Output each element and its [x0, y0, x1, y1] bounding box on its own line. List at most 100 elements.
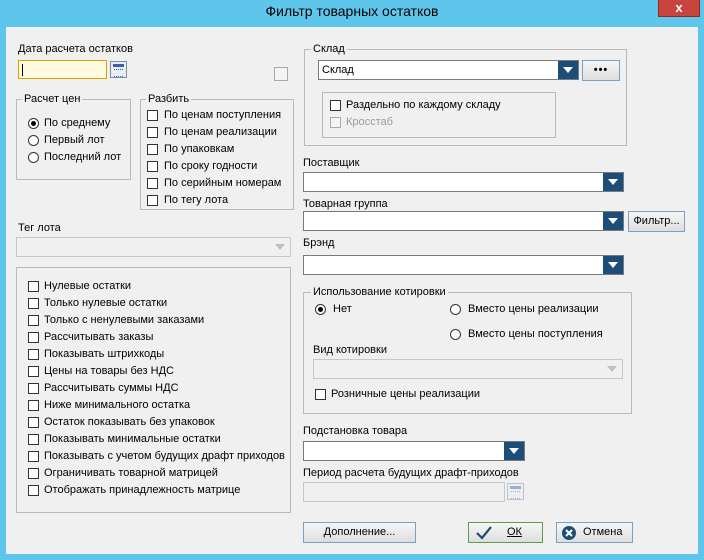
price-calc-title: Расчет цен: [22, 93, 83, 105]
chevron-down-icon[interactable]: [558, 61, 578, 79]
price-last-label: Последний лот: [44, 151, 122, 163]
warehouse-more-button[interactable]: •••: [582, 60, 620, 81]
addition-button[interactable]: Дополнение...: [303, 522, 416, 543]
split-serial-label: По серийным номерам: [164, 177, 282, 189]
dialog-body: Дата расчета остатков Расчет цен По сред…: [6, 27, 698, 554]
flag-checkbox[interactable]: [28, 315, 39, 326]
lot-tag-combo[interactable]: [16, 237, 291, 257]
chevron-down-icon[interactable]: [504, 442, 524, 460]
crosstab-checkbox[interactable]: [330, 117, 341, 128]
flag-label: Ниже минимального остатка: [44, 399, 191, 411]
price-calc-group: Расчет цен По среднему Первый лот Послед…: [16, 93, 131, 180]
quote-sale-radio[interactable]: [450, 304, 461, 315]
flag-checkbox[interactable]: [28, 468, 39, 479]
close-button[interactable]: x: [658, 0, 700, 17]
chevron-down-icon[interactable]: [603, 212, 623, 230]
cancel-icon: [561, 525, 577, 541]
price-last-radio[interactable]: [28, 152, 39, 163]
quote-title: Использование котировки: [311, 286, 448, 298]
lot-tag-label: Тег лота: [18, 222, 61, 234]
title-bar: Фильтр товарных остатков x: [0, 0, 704, 22]
flag-checkbox[interactable]: [28, 298, 39, 309]
quote-none-radio[interactable]: [315, 304, 326, 315]
flag-checkbox[interactable]: [28, 281, 39, 292]
price-avg-radio[interactable]: [28, 118, 39, 129]
split-lottag-checkbox[interactable]: [147, 195, 158, 206]
price-first-radio[interactable]: [28, 135, 39, 146]
quote-receipt-label: Вместо цены поступления: [468, 328, 603, 340]
draft-period-label: Период расчета будущих драфт-приходов: [303, 467, 519, 479]
warehouse-title: Склад: [311, 43, 347, 55]
check-icon: [475, 523, 493, 542]
warehouse-group: Склад Склад ••• Раздельно по каждому скл…: [304, 43, 627, 146]
flag-checkbox[interactable]: [28, 383, 39, 394]
ok-button[interactable]: ОК: [468, 522, 543, 543]
flag-label: Показывать штрихкоды: [44, 348, 165, 360]
extra-checkbox[interactable]: [274, 67, 288, 81]
quote-none-label: Нет: [333, 303, 352, 315]
flag-checkbox[interactable]: [28, 349, 39, 360]
chevron-down-icon[interactable]: [602, 360, 622, 378]
warehouse-options-group: Раздельно по каждому складу Кросстаб: [322, 92, 556, 138]
split-receipt-checkbox[interactable]: [147, 110, 158, 121]
split-serial-checkbox[interactable]: [147, 178, 158, 189]
chevron-down-icon[interactable]: [603, 256, 623, 274]
flag-label: Только с ненулевыми заказами: [44, 314, 205, 326]
cancel-button[interactable]: Отмена: [556, 522, 633, 543]
split-group: Разбить По ценам поступления По ценам ре…: [140, 93, 294, 210]
flag-label: Остаток показывать без упаковок: [44, 416, 215, 428]
flag-checkbox[interactable]: [28, 451, 39, 462]
dialog-window: Фильтр товарных остатков x Дата расчета …: [0, 0, 704, 560]
draft-period-input[interactable]: [303, 482, 505, 502]
split-sale-checkbox[interactable]: [147, 127, 158, 138]
price-avg-label: По среднему: [44, 117, 111, 129]
split-receipt-label: По ценам поступления: [164, 109, 282, 121]
supplier-label: Поставщик: [303, 157, 360, 169]
split-pack-checkbox[interactable]: [147, 144, 158, 155]
chevron-down-icon[interactable]: [270, 238, 290, 256]
flag-checkbox[interactable]: [28, 400, 39, 411]
brand-label: Брэнд: [303, 237, 335, 249]
flag-checkbox[interactable]: [28, 366, 39, 377]
split-title: Разбить: [146, 93, 192, 105]
separate-checkbox[interactable]: [330, 100, 341, 111]
brand-combo[interactable]: [303, 255, 624, 275]
quote-group: Использование котировки Нет Вместо цены …: [303, 286, 632, 414]
text-cursor: [22, 64, 23, 76]
split-expiry-label: По сроку годности: [164, 160, 258, 172]
substitution-combo[interactable]: [303, 441, 525, 461]
crosstab-label: Кросстаб: [346, 116, 393, 128]
flag-checkbox[interactable]: [28, 434, 39, 445]
calendar-icon[interactable]: [507, 483, 524, 500]
flag-checkbox[interactable]: [28, 485, 39, 496]
quote-receipt-radio[interactable]: [450, 329, 461, 340]
substitution-label: Подстановка товара: [303, 425, 408, 437]
flag-label: Отображать принадлежность матрице: [44, 484, 241, 496]
flag-label: Показывать минимальные остатки: [44, 433, 221, 445]
price-first-label: Первый лот: [44, 134, 105, 146]
flag-label: Рассчитывать суммы НДС: [44, 382, 179, 394]
calc-date-input[interactable]: [18, 60, 107, 79]
flag-label: Рассчитывать заказы: [44, 331, 154, 343]
flag-label: Цены на товары без НДС: [44, 365, 174, 377]
retail-checkbox[interactable]: [315, 389, 326, 400]
flag-label: Только нулевые остатки: [44, 297, 168, 309]
quote-kind-combo[interactable]: [313, 359, 623, 379]
calendar-icon[interactable]: [110, 61, 127, 78]
split-pack-label: По упаковкам: [164, 143, 235, 155]
filter-button[interactable]: Фильтр...: [628, 211, 685, 232]
retail-label: Розничные цены реализации: [331, 388, 480, 400]
supplier-combo[interactable]: [303, 172, 624, 192]
flags-group: Нулевые остатки Только нулевые остатки Т…: [16, 267, 291, 513]
product-group-combo[interactable]: [303, 211, 624, 231]
quote-kind-label: Вид котировки: [313, 344, 387, 356]
product-group-label: Товарная группа: [303, 198, 388, 210]
flag-checkbox[interactable]: [28, 417, 39, 428]
split-expiry-checkbox[interactable]: [147, 161, 158, 172]
flag-checkbox[interactable]: [28, 332, 39, 343]
warehouse-combo[interactable]: Склад: [318, 60, 579, 80]
chevron-down-icon[interactable]: [603, 173, 623, 191]
flag-label: Показывать с учетом будущих драфт приход…: [44, 450, 285, 462]
flag-label: Ограничивать товарной матрицей: [44, 467, 218, 479]
calc-date-label: Дата расчета остатков: [18, 43, 133, 55]
